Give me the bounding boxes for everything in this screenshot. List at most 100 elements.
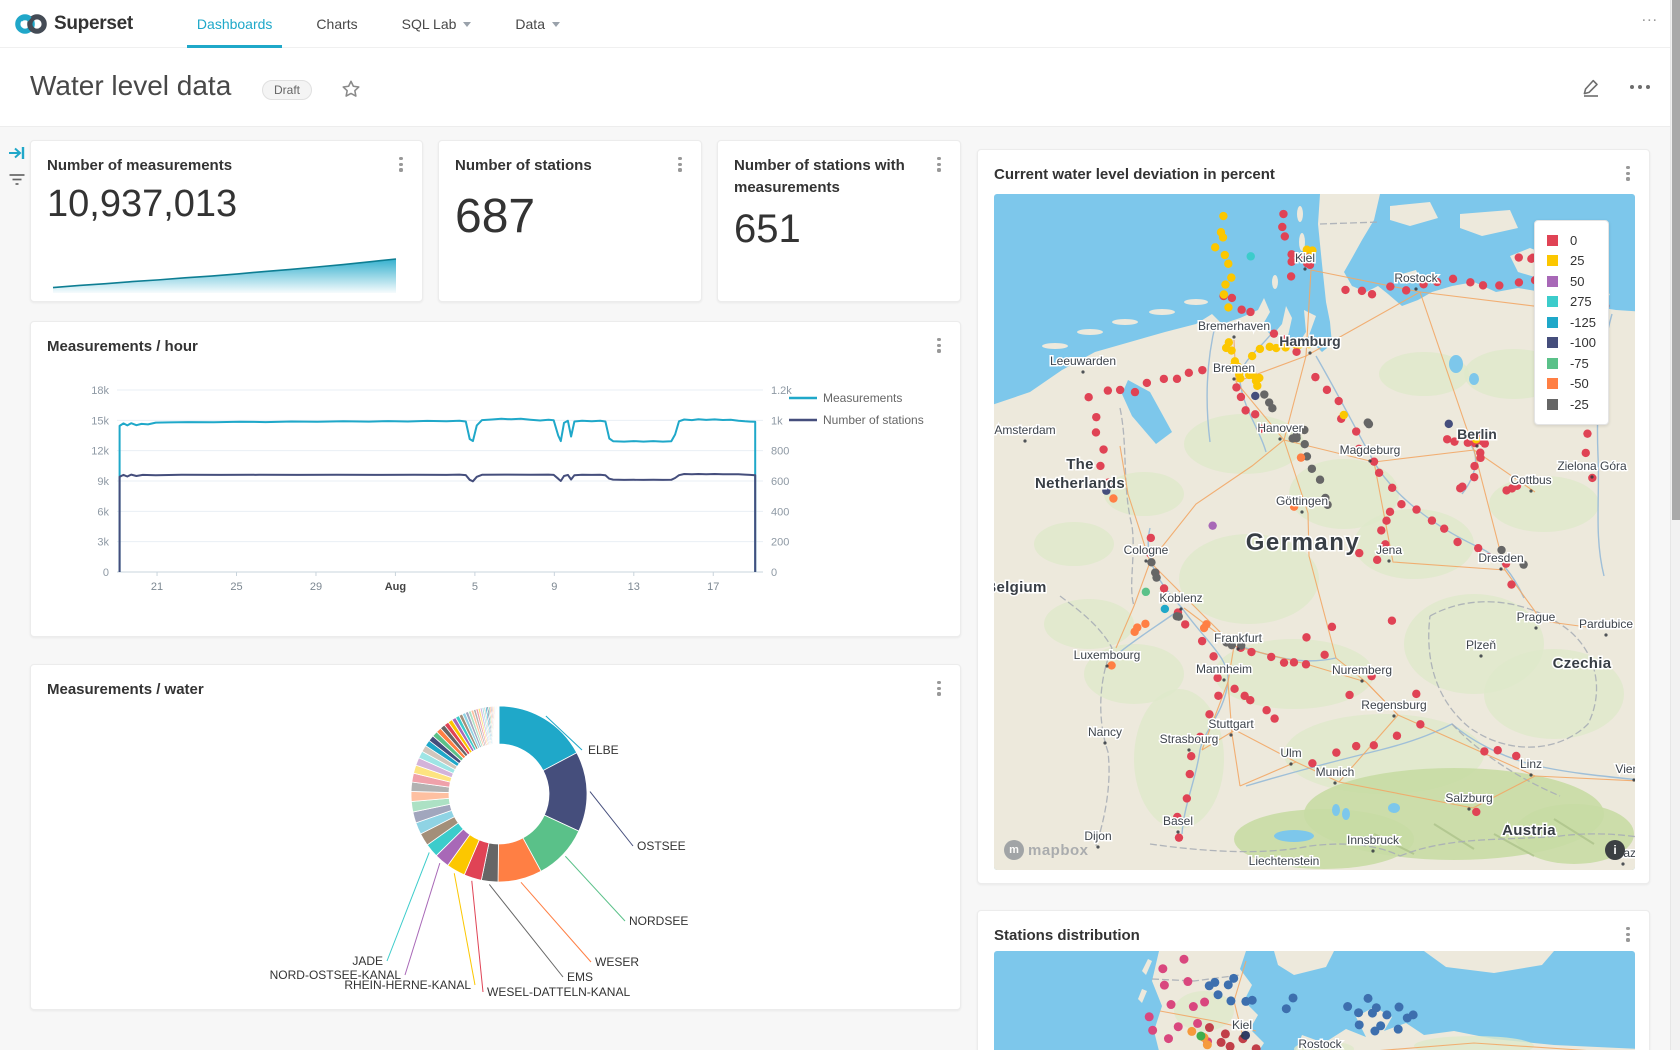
svg-text:Kiel: Kiel <box>1232 1018 1252 1032</box>
map-legend-row: 50 <box>1547 271 1596 292</box>
legend-label: -25 <box>1570 397 1589 412</box>
svg-text:Netherlands: Netherlands <box>1035 475 1125 492</box>
card-title: Number of stations with measurements <box>734 155 920 199</box>
svg-text:Bremerhaven: Bremerhaven <box>1198 319 1270 333</box>
svg-text:WESER: WESER <box>595 955 639 969</box>
nav-item-sql-lab[interactable]: SQL Lab <box>380 0 494 48</box>
kpi-sparkline-chart[interactable] <box>47 247 408 295</box>
svg-text:3k: 3k <box>97 537 109 549</box>
svg-text:Nancy: Nancy <box>1088 725 1122 739</box>
svg-text:Prague: Prague <box>1517 610 1556 624</box>
svg-text:400: 400 <box>771 506 789 518</box>
svg-text:NORDSEE: NORDSEE <box>629 914 688 928</box>
nav-item-dashboards[interactable]: Dashboards <box>175 0 295 48</box>
card-menu-kebab-icon[interactable] <box>932 155 946 173</box>
mapbox-attribution: m mapbox <box>1004 840 1089 860</box>
card-menu-kebab-icon[interactable] <box>394 155 408 173</box>
svg-text:200: 200 <box>771 537 789 549</box>
svg-text:800: 800 <box>771 446 789 458</box>
legend-label: -75 <box>1570 356 1589 371</box>
svg-text:NORD-OSTSEE-KANAL: NORD-OSTSEE-KANAL <box>270 968 402 982</box>
card-menu-kebab-icon[interactable] <box>673 155 687 173</box>
map-info-icon[interactable]: i <box>1605 840 1625 860</box>
svg-text:6k: 6k <box>97 506 109 518</box>
header-actions <box>1580 76 1652 98</box>
nav-item-label: Data <box>515 16 545 32</box>
map-canvas[interactable]: KielRostock <box>994 951 1635 1050</box>
svg-text:Leeuwarden: Leeuwarden <box>1050 354 1116 368</box>
svg-text:Hamburg: Hamburg <box>1279 333 1340 349</box>
map-legend: 02550275-125-100-75-50-25 <box>1534 220 1609 425</box>
filter-list-icon[interactable] <box>7 170 27 190</box>
svg-text:5: 5 <box>472 581 478 593</box>
water-level-deviation-card: Current water level deviation in percent… <box>977 149 1650 884</box>
svg-text:Nuremberg: Nuremberg <box>1332 663 1392 677</box>
deviation-map[interactable]: LeeuwardenAmsterdamBremerhavenKielHambur… <box>994 194 1635 870</box>
page-scrollbar <box>1670 0 1680 1050</box>
legend-swatch <box>1547 276 1558 287</box>
card-menu-kebab-icon[interactable] <box>932 679 946 697</box>
donut-chart[interactable]: ELBEOSTSEENORDSEEWESEREMSWESEL-DATTELN-K… <box>47 705 946 1005</box>
measurements-per-water-card: Measurements / water ELBEOSTSEENORDSEEWE… <box>30 664 961 1010</box>
svg-text:Mannheim: Mannheim <box>1196 662 1252 676</box>
more-ellipsis-icon[interactable] <box>1628 76 1652 98</box>
svg-text:Stuttgart: Stuttgart <box>1208 717 1254 731</box>
superset-logo[interactable]: Superset <box>14 12 133 36</box>
card-menu-kebab-icon[interactable] <box>932 336 946 354</box>
svg-text:Strasbourg: Strasbourg <box>1160 732 1219 746</box>
svg-text:1.2k: 1.2k <box>771 385 792 397</box>
legend-swatch <box>1547 358 1558 369</box>
svg-text:Innsbruck: Innsbruck <box>1347 833 1400 847</box>
nav-item-label: Dashboards <box>197 16 273 32</box>
svg-text:17: 17 <box>707 581 719 593</box>
nav-item-data[interactable]: Data <box>493 0 582 48</box>
legend-swatch <box>1547 378 1558 389</box>
svg-text:29: 29 <box>310 581 322 593</box>
map-legend-row: 275 <box>1547 292 1596 313</box>
nav-overflow-icon[interactable]: ... <box>1642 8 1658 26</box>
svg-text:Rostock: Rostock <box>1394 271 1438 285</box>
svg-text:Dresden: Dresden <box>1478 551 1523 565</box>
stations-map[interactable]: KielRostock <box>994 951 1635 1050</box>
kpi-card-stations-with-measurements: Number of stations with measurements 651 <box>717 140 961 302</box>
edit-pencil-icon[interactable] <box>1580 76 1602 98</box>
expand-filter-panel-icon[interactable] <box>7 143 27 163</box>
svg-text:Basel: Basel <box>1163 814 1193 828</box>
card-menu-kebab-icon[interactable] <box>1621 925 1635 943</box>
svg-text:Bremen: Bremen <box>1213 361 1255 375</box>
map-legend-row: -100 <box>1547 333 1596 354</box>
card-menu-kebab-icon[interactable] <box>1621 164 1635 182</box>
legend-swatch <box>1547 296 1558 307</box>
svg-text:Magdeburg: Magdeburg <box>1340 443 1401 457</box>
top-nav: Superset Dashboards Charts SQL Lab Data … <box>0 0 1680 48</box>
svg-text:Austria: Austria <box>1502 822 1556 839</box>
page-title: Water level data <box>30 70 231 102</box>
svg-text:0: 0 <box>103 567 109 579</box>
svg-text:12k: 12k <box>91 446 109 458</box>
nav-item-charts[interactable]: Charts <box>294 0 379 48</box>
kpi-value: 687 <box>455 189 535 244</box>
svg-text:18k: 18k <box>91 385 109 397</box>
nav-item-label: Charts <box>316 16 357 32</box>
map-legend-row: -50 <box>1547 374 1596 395</box>
card-title: Number of stations <box>455 155 661 177</box>
legend-label: 50 <box>1570 274 1584 289</box>
svg-text:Belgium: Belgium <box>994 579 1047 596</box>
svg-text:0: 0 <box>771 567 777 579</box>
svg-text:Germany: Germany <box>1246 529 1361 556</box>
kpi-value: 651 <box>734 207 801 252</box>
card-title: Measurements / water <box>47 679 920 701</box>
favorite-star-icon[interactable] <box>340 78 362 100</box>
stations-distribution-card: Stations distribution KielRostock <box>977 910 1650 1050</box>
card-title: Measurements / hour <box>47 336 920 358</box>
kpi-card-measurements: Number of measurements 10,937,013 <box>30 140 423 302</box>
nav-menu: Dashboards Charts SQL Lab Data <box>175 0 582 48</box>
svg-text:Measurements: Measurements <box>823 391 902 405</box>
svg-text:15k: 15k <box>91 415 109 427</box>
scrollbar-thumb[interactable] <box>1672 0 1680 520</box>
line-chart[interactable]: 003k2006k4009k60012k80015k1k18k1.2k21252… <box>47 364 946 626</box>
svg-text:13: 13 <box>628 581 640 593</box>
legend-label: -100 <box>1570 335 1596 350</box>
map-legend-row: 0 <box>1547 230 1596 251</box>
map-legend-row: -75 <box>1547 353 1596 374</box>
